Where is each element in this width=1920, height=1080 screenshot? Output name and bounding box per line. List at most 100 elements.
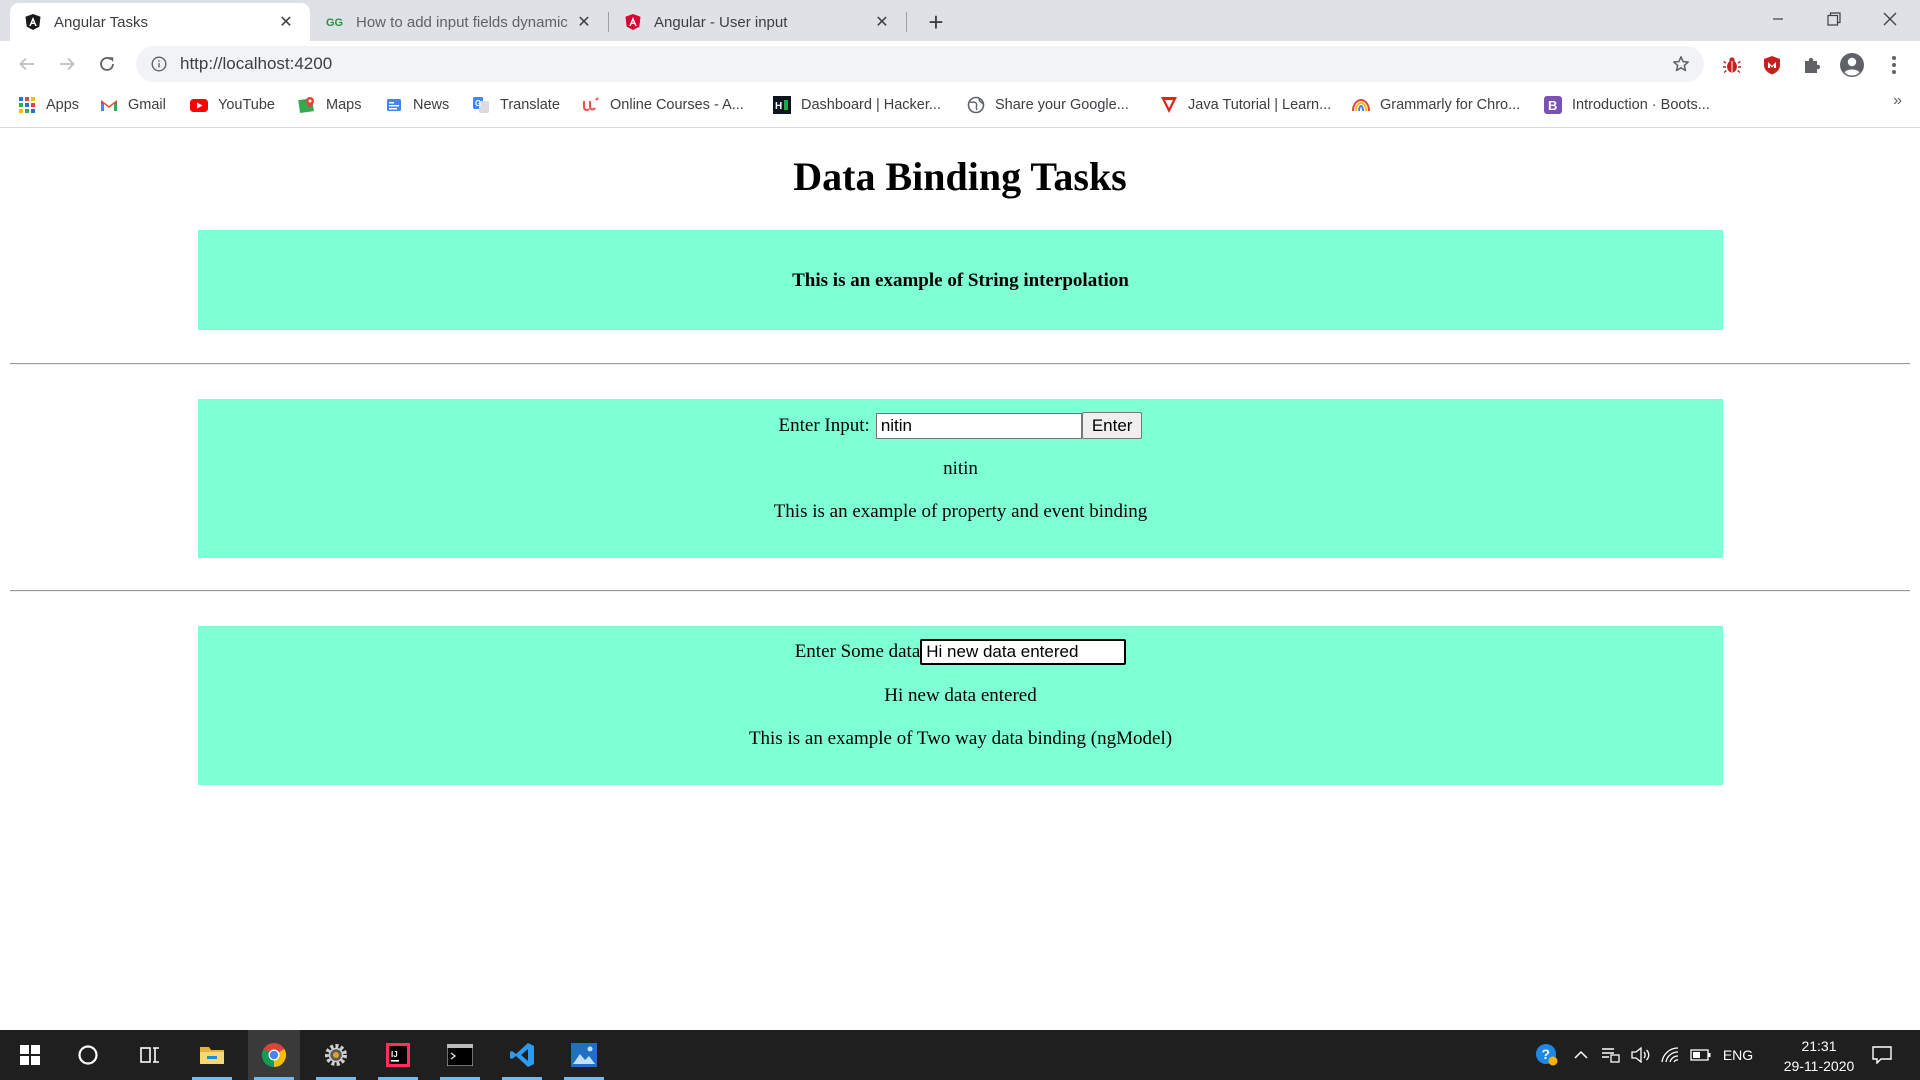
cortana-circle-icon [78, 1045, 98, 1065]
reload-icon [100, 57, 114, 71]
show-hidden-icons-chevron-icon[interactable] [1570, 1030, 1592, 1080]
bookmark-translate[interactable]: G Translate [472, 88, 560, 122]
tab-angular-user-input[interactable]: Angular - User input ✕ [610, 3, 906, 41]
bug-extension-icon[interactable] [1718, 51, 1746, 79]
tab-title: Angular Tasks [54, 13, 148, 31]
input-output-text: nitin [943, 458, 978, 479]
help-icon[interactable]: ? [1532, 1030, 1562, 1080]
bootstrap-icon: B [1544, 96, 1562, 114]
windows-taskbar: IJ ? ENG 21:31 29-11-2020 [0, 1030, 1920, 1080]
photos-icon [571, 1043, 597, 1067]
reload-button[interactable] [90, 47, 124, 81]
task-view-button[interactable] [124, 1030, 176, 1080]
bookmark-label: Java Tutorial | Learn... [1188, 97, 1332, 113]
clock[interactable]: 21:31 29-11-2020 [1776, 1036, 1862, 1076]
page-content: Data Binding Tasks This is an example of… [0, 129, 1920, 1029]
start-button[interactable] [4, 1030, 56, 1080]
restore-icon [1827, 12, 1841, 26]
some-data-input-field[interactable] [920, 639, 1127, 665]
taskbar-chrome[interactable] [248, 1030, 300, 1080]
bookmark-label: News [413, 97, 450, 113]
bookmark-online-courses[interactable]: Online Courses - A... [582, 88, 744, 122]
browser-toolbar: http://localhost:4200 [0, 41, 1920, 88]
tab-how-to-add-input-fields[interactable]: GG How to add input fields dynamic ✕ [312, 3, 608, 41]
minimize-button[interactable] [1750, 0, 1806, 38]
bookmark-news[interactable]: News [385, 88, 449, 122]
news-icon [385, 96, 403, 114]
svg-text:G: G [475, 99, 481, 108]
bookmark-label: YouTube [218, 97, 275, 113]
two-way-binding-description: This is an example of Two way data bindi… [748, 728, 1173, 749]
close-tab-icon[interactable]: ✕ [574, 12, 594, 32]
taskbar-photos[interactable] [558, 1030, 610, 1080]
wifi-icon[interactable] [1658, 1030, 1684, 1080]
windows-logo-icon [20, 1045, 40, 1065]
bookmark-share-google[interactable]: Share your Google... [967, 88, 1129, 122]
angular-red-icon [624, 13, 642, 31]
restore-button[interactable] [1806, 0, 1862, 38]
javatpoint-icon [1160, 96, 1178, 114]
menu-kebab-icon[interactable] [1880, 51, 1908, 79]
bookmark-label: Apps [46, 97, 80, 113]
close-tab-icon[interactable]: ✕ [872, 12, 892, 32]
youtube-icon [190, 96, 208, 114]
bookmark-maps[interactable]: Maps [298, 88, 361, 122]
battery-icon[interactable] [1688, 1030, 1714, 1080]
enter-input-field[interactable] [875, 412, 1082, 439]
grammarly-icon [1352, 96, 1370, 114]
back-button[interactable] [10, 47, 44, 81]
bookmark-hackerrank[interactable]: H Dashboard | Hacker... [773, 88, 941, 122]
forward-arrow-icon [60, 57, 75, 71]
forward-button[interactable] [50, 47, 84, 81]
notifications-icon[interactable] [1864, 1030, 1900, 1080]
udemy-icon [582, 96, 600, 114]
bookmark-label: Maps [326, 97, 362, 113]
svg-text:GG: GG [326, 17, 343, 29]
horizontal-rule [10, 590, 1910, 592]
network-display-icon[interactable] [1598, 1030, 1624, 1080]
chrome-icon [261, 1043, 287, 1067]
address-bar[interactable]: http://localhost:4200 [136, 46, 1704, 82]
tab-title: Angular - User input [654, 13, 788, 31]
angular-icon [24, 13, 42, 31]
input-row: Enter Input: Enter [198, 412, 1723, 439]
bookmark-bootstrap[interactable]: B Introduction · Boots... [1544, 88, 1710, 122]
bookmark-star-icon[interactable] [1664, 47, 1698, 81]
bookmark-youtube[interactable]: YouTube [190, 88, 275, 122]
taskbar-intellij[interactable]: IJ [372, 1030, 424, 1080]
two-way-binding-panel: Enter Some data Hi new data entered This… [198, 626, 1723, 785]
tab-angular-tasks[interactable]: Angular Tasks ✕ [10, 3, 310, 41]
bookmark-gmail[interactable]: Gmail [100, 88, 166, 122]
svg-text:B: B [1548, 98, 1557, 113]
close-window-button[interactable] [1862, 0, 1918, 38]
clock-time: 21:31 [1801, 1038, 1837, 1054]
taskbar-settings-app[interactable] [310, 1030, 362, 1080]
search-button[interactable] [62, 1030, 114, 1080]
bookmark-apps[interactable]: Apps [18, 88, 79, 122]
tab-separator [608, 12, 609, 32]
close-tab-icon[interactable]: ✕ [276, 12, 296, 32]
task-view-icon [140, 1047, 159, 1063]
enter-button[interactable]: Enter [1081, 412, 1143, 439]
taskbar-file-explorer[interactable] [186, 1030, 238, 1080]
new-tab-button[interactable]: + [922, 7, 950, 37]
bookmark-label: Grammarly for Chro... [1380, 97, 1521, 113]
shield-extension-icon[interactable] [1758, 51, 1786, 79]
taskbar-terminal[interactable] [434, 1030, 486, 1080]
info-icon[interactable] [150, 55, 168, 73]
clock-date: 29-11-2020 [1783, 1058, 1855, 1074]
bookmark-grammarly[interactable]: Grammarly for Chro... [1352, 88, 1520, 122]
profile-avatar-icon[interactable] [1838, 51, 1866, 79]
language-indicator[interactable]: ENG [1718, 1030, 1758, 1080]
svg-text:IJ: IJ [391, 1050, 398, 1059]
volume-icon[interactable] [1628, 1030, 1654, 1080]
puzzle-extensions-icon[interactable] [1798, 51, 1826, 79]
property-binding-description: This is an example of property and event… [773, 501, 1148, 522]
browser-tab-strip: Angular Tasks ✕ GG How to add input fiel… [0, 0, 1920, 41]
bookmark-label: Online Courses - A... [610, 97, 744, 113]
bookmarks-overflow-button[interactable]: » [1893, 92, 1902, 110]
taskbar-vscode[interactable] [496, 1030, 548, 1080]
bookmark-java-tutorial[interactable]: Java Tutorial | Learn... [1160, 88, 1331, 122]
bookmark-label: Share your Google... [995, 97, 1129, 113]
gear-icon [325, 1044, 347, 1066]
